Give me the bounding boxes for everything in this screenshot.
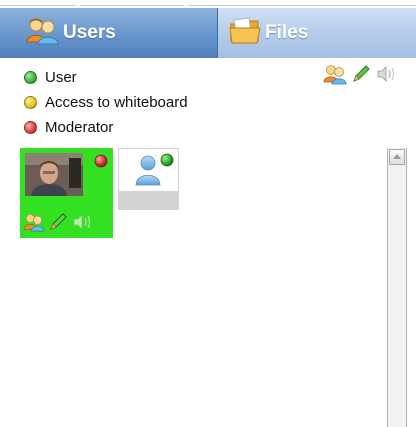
legend-item-user: User <box>24 65 188 90</box>
guest-avatar-frame <box>119 149 178 191</box>
scroll-up-button[interactable] <box>389 149 405 165</box>
user-toolbar <box>323 63 397 90</box>
webcam-video <box>25 153 83 196</box>
legend-label: User <box>45 69 77 86</box>
participant-tools <box>23 211 93 238</box>
user-status-icon <box>160 153 174 172</box>
green-status-dot-icon <box>24 71 37 84</box>
speaker-icon[interactable] <box>375 63 397 90</box>
participant-card-webcam[interactable] <box>20 148 113 238</box>
legend-label: Access to whiteboard <box>45 94 188 111</box>
tab-users[interactable]: Users <box>0 8 218 58</box>
tab-files-label: Files <box>265 22 309 43</box>
top-strip <box>0 0 416 8</box>
legend-item-whiteboard: Access to whiteboard <box>24 90 188 115</box>
legend-item-moderator: Moderator <box>24 115 188 140</box>
users-icon <box>25 16 59 51</box>
legend-label: Moderator <box>45 119 114 136</box>
users-icon[interactable] <box>23 212 45 237</box>
vertical-scrollbar[interactable] <box>387 148 407 427</box>
red-status-dot-icon <box>24 121 37 134</box>
tab-files[interactable]: Files <box>218 8 416 58</box>
yellow-status-dot-icon <box>24 96 37 109</box>
pencil-icon[interactable] <box>47 211 69 238</box>
pencil-icon[interactable] <box>350 63 372 90</box>
person-avatar-icon <box>135 154 161 191</box>
speaker-icon[interactable] <box>71 211 93 238</box>
participant-card-guest[interactable] <box>118 148 179 210</box>
tab-users-label: Users <box>63 22 116 43</box>
tab-bar: Users Files <box>0 8 416 58</box>
status-legend: User Access to whiteboard Moderator <box>24 65 188 140</box>
moderator-status-icon <box>94 154 108 173</box>
folder-icon <box>229 17 261 50</box>
users-icon[interactable] <box>323 63 347 90</box>
arrow-up-icon <box>393 154 401 159</box>
